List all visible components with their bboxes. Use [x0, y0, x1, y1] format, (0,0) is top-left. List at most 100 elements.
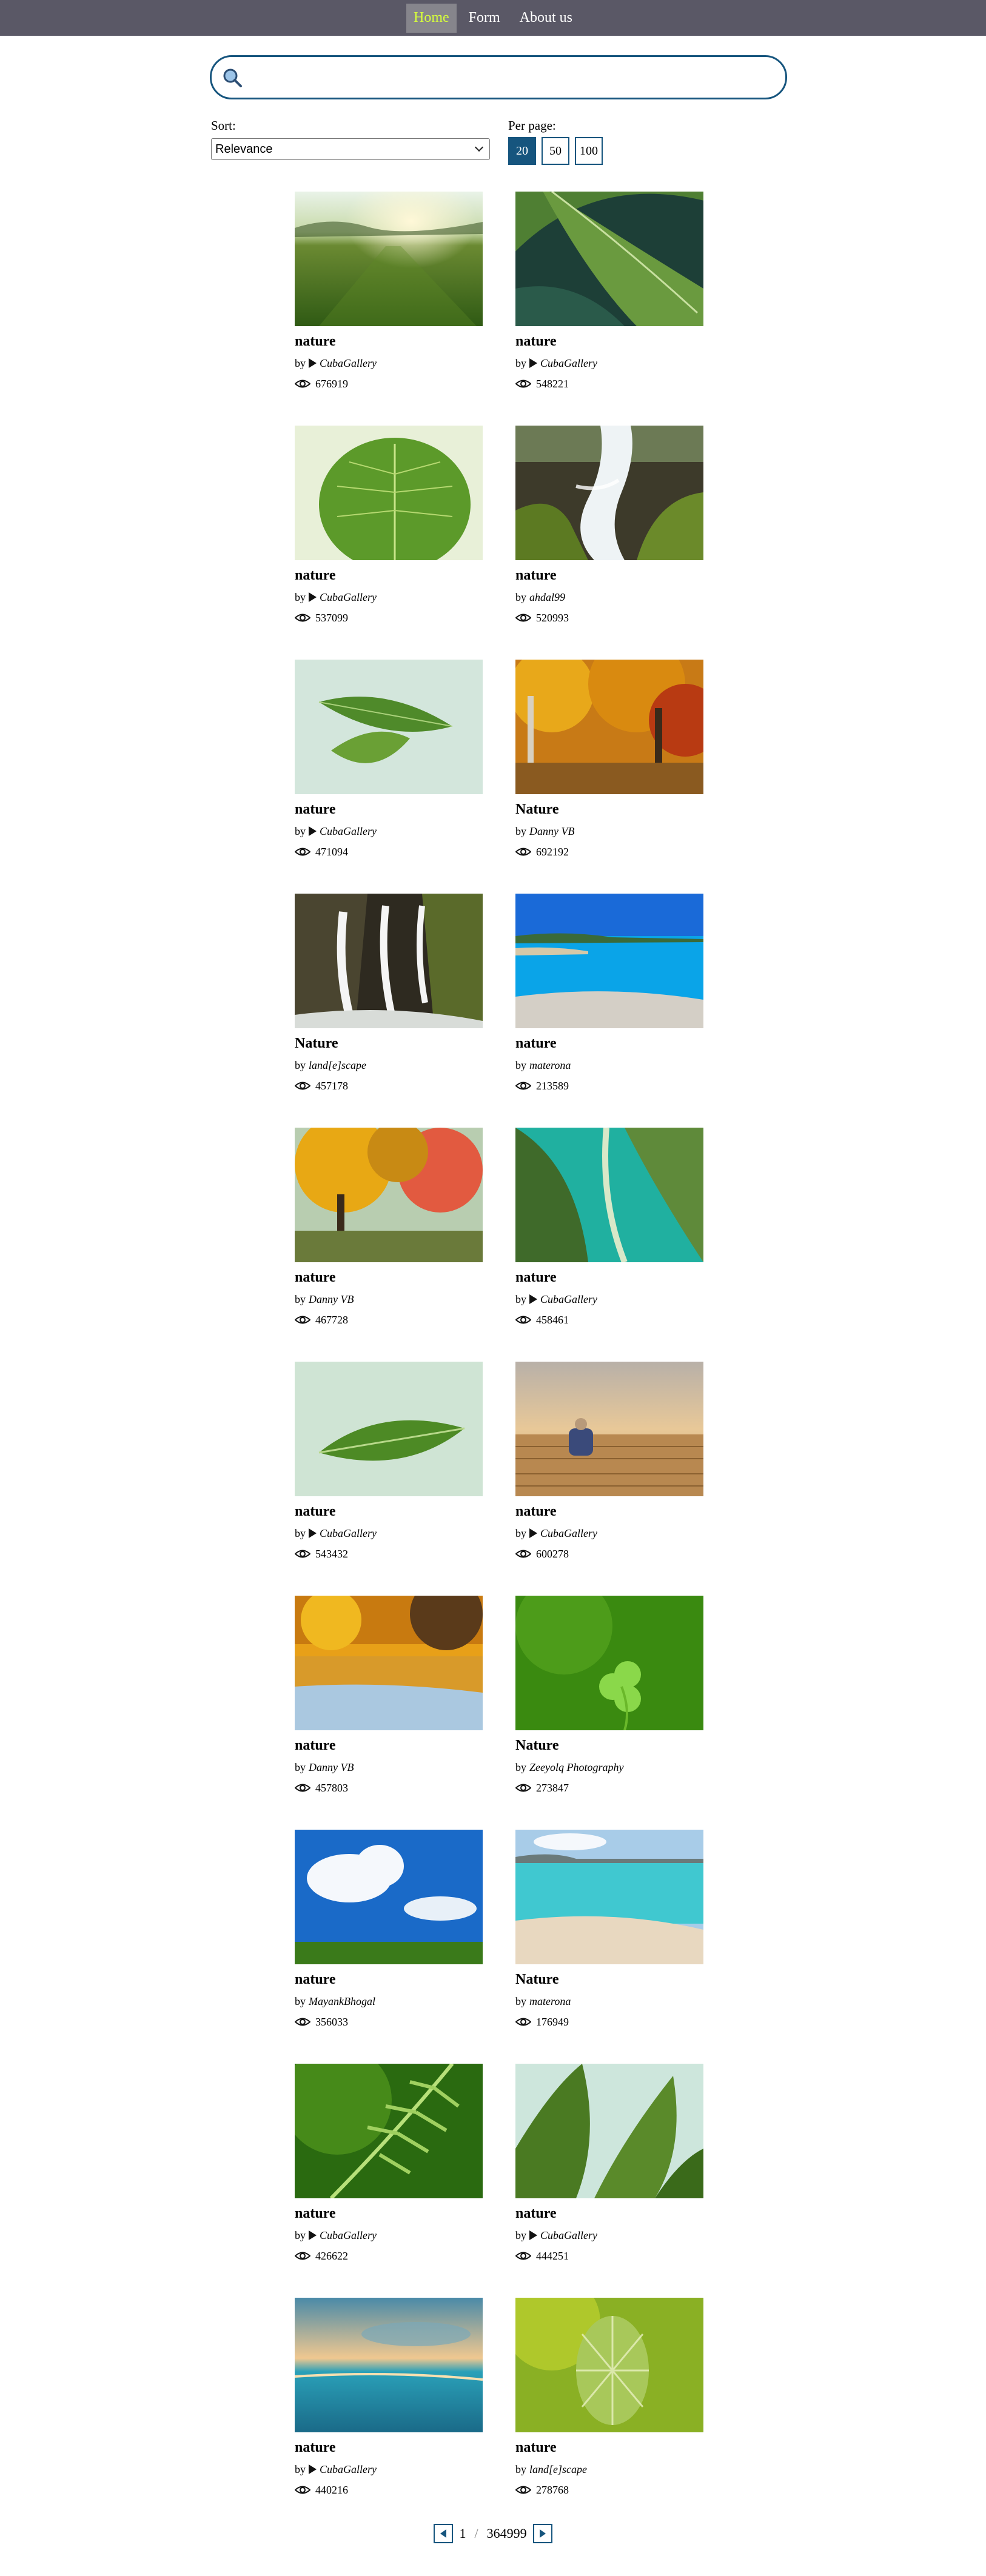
thumbnail-image[interactable] — [515, 1830, 703, 1964]
result-card[interactable]: nature by CubaGallery 458461 — [515, 1128, 703, 1362]
result-card[interactable]: nature by CubaGallery 548221 — [515, 192, 703, 426]
per-page-50-button[interactable]: 50 — [542, 137, 569, 165]
result-card[interactable]: Nature by land[e]scape 457178 — [295, 894, 483, 1128]
thumbnail-image[interactable] — [295, 426, 483, 560]
result-card[interactable]: nature by CubaGallery 471094 — [295, 660, 483, 894]
card-author[interactable]: land[e]scape — [309, 1059, 366, 1072]
nav-about[interactable]: About us — [512, 4, 580, 33]
card-author[interactable]: CubaGallery — [320, 591, 377, 604]
search-input[interactable] — [250, 63, 772, 92]
result-card[interactable]: nature by land[e]scape 278768 — [515, 2298, 703, 2532]
result-card[interactable]: nature by CubaGallery 543432 — [295, 1362, 483, 1596]
card-title[interactable]: nature — [515, 2440, 703, 2458]
thumbnail-image[interactable] — [515, 894, 703, 1028]
card-author[interactable]: land[e]scape — [529, 2463, 587, 2476]
card-title[interactable]: nature — [515, 567, 703, 586]
search-bar[interactable] — [210, 55, 787, 99]
thumbnail-image[interactable] — [295, 2064, 483, 2198]
card-title[interactable]: Nature — [295, 1035, 483, 1054]
card-author[interactable]: ahdal99 — [529, 591, 565, 604]
card-title[interactable]: nature — [515, 1504, 703, 1522]
card-title[interactable]: Nature — [515, 801, 703, 820]
thumbnail-image[interactable] — [515, 1596, 703, 1730]
card-title[interactable]: nature — [515, 1035, 703, 1054]
result-card[interactable]: nature by CubaGallery 676919 — [295, 192, 483, 426]
card-title[interactable]: nature — [295, 2206, 483, 2224]
card-title[interactable]: nature — [295, 1504, 483, 1522]
next-page-button[interactable] — [532, 2524, 552, 2543]
thumbnail-image[interactable] — [295, 192, 483, 326]
result-card[interactable]: nature by MayankBhogal 356033 — [295, 1830, 483, 2064]
card-author[interactable]: CubaGallery — [320, 2229, 377, 2242]
card-author[interactable]: materona — [529, 1059, 571, 1072]
thumbnail-image[interactable] — [295, 1830, 483, 1964]
thumbnail-image[interactable] — [515, 2064, 703, 2198]
card-author[interactable]: CubaGallery — [540, 2229, 597, 2242]
card-title[interactable]: nature — [295, 1972, 483, 1990]
result-card[interactable]: Nature by Danny VB 692192 — [515, 660, 703, 894]
result-card[interactable]: Nature by Zeeyolq Photography 273847 — [515, 1596, 703, 1830]
view-count: 444251 — [536, 2249, 569, 2262]
card-author-line: by CubaGallery — [295, 2227, 483, 2243]
card-title[interactable]: nature — [515, 1270, 703, 1288]
card-title[interactable]: Nature — [515, 1738, 703, 1756]
card-author[interactable]: CubaGallery — [320, 2463, 377, 2476]
thumbnail-image[interactable] — [295, 660, 483, 794]
result-card[interactable]: nature by Danny VB 467728 — [295, 1128, 483, 1362]
card-author[interactable]: Danny VB — [529, 825, 574, 838]
result-card[interactable]: nature by CubaGallery 426622 — [295, 2064, 483, 2298]
thumbnail-image[interactable] — [515, 2298, 703, 2432]
play-icon — [529, 1294, 537, 1304]
view-count: 213589 — [536, 1079, 569, 1092]
result-card[interactable]: nature by CubaGallery 537099 — [295, 426, 483, 660]
thumbnail-image[interactable] — [295, 2298, 483, 2432]
result-card[interactable]: nature by Danny VB 457803 — [295, 1596, 483, 1830]
card-author[interactable]: CubaGallery — [540, 1293, 597, 1306]
card-author-line: by CubaGallery — [295, 2461, 483, 2477]
card-title[interactable]: nature — [295, 1270, 483, 1288]
result-card[interactable]: nature by CubaGallery 444251 — [515, 2064, 703, 2298]
search-icon[interactable] — [221, 67, 243, 89]
card-author[interactable]: materona — [529, 1995, 571, 2008]
card-author[interactable]: CubaGallery — [320, 1527, 377, 1540]
nav-home[interactable]: Home — [406, 3, 457, 33]
result-card[interactable]: nature by ahdal99 520993 — [515, 426, 703, 660]
card-title[interactable]: nature — [295, 567, 483, 586]
thumbnail-image[interactable] — [295, 1596, 483, 1730]
results-grid: nature by CubaGallery 676919 nature by C… — [295, 192, 703, 2532]
card-title[interactable]: nature — [295, 1738, 483, 1756]
thumbnail-image[interactable] — [515, 660, 703, 794]
result-card[interactable]: nature by materona 213589 — [515, 894, 703, 1128]
card-title[interactable]: Nature — [515, 1972, 703, 1990]
nav-form[interactable]: Form — [461, 4, 508, 33]
card-author[interactable]: Zeeyolq Photography — [529, 1761, 623, 1774]
thumbnail-image[interactable] — [295, 1128, 483, 1262]
card-title[interactable]: nature — [515, 333, 703, 352]
result-card[interactable]: nature by CubaGallery 600278 — [515, 1362, 703, 1596]
per-page-100-button[interactable]: 100 — [575, 137, 603, 165]
card-title[interactable]: nature — [295, 333, 483, 352]
card-author[interactable]: CubaGallery — [320, 357, 377, 370]
card-title[interactable]: nature — [295, 801, 483, 820]
thumbnail-image[interactable] — [515, 192, 703, 326]
card-author[interactable]: CubaGallery — [540, 357, 597, 370]
thumbnail-image[interactable] — [295, 894, 483, 1028]
card-author[interactable]: CubaGallery — [320, 825, 377, 838]
card-title[interactable]: nature — [295, 2440, 483, 2458]
view-count: 426622 — [315, 2249, 348, 2262]
thumbnail-image[interactable] — [295, 1362, 483, 1496]
card-author[interactable]: Danny VB — [309, 1293, 354, 1306]
result-card[interactable]: Nature by materona 176949 — [515, 1830, 703, 2064]
thumbnail-image[interactable] — [515, 1128, 703, 1262]
thumbnail-image[interactable] — [515, 1362, 703, 1496]
thumbnail-image[interactable] — [515, 426, 703, 560]
card-author[interactable]: Danny VB — [309, 1761, 354, 1774]
card-title[interactable]: nature — [515, 2206, 703, 2224]
card-author[interactable]: MayankBhogal — [309, 1995, 375, 2008]
sort-select[interactable]: Relevance — [211, 138, 490, 160]
card-views: 458461 — [515, 1312, 703, 1328]
prev-page-button[interactable] — [434, 2524, 454, 2543]
result-card[interactable]: nature by CubaGallery 440216 — [295, 2298, 483, 2532]
per-page-20-button[interactable]: 20 — [508, 137, 536, 165]
card-author[interactable]: CubaGallery — [540, 1527, 597, 1540]
